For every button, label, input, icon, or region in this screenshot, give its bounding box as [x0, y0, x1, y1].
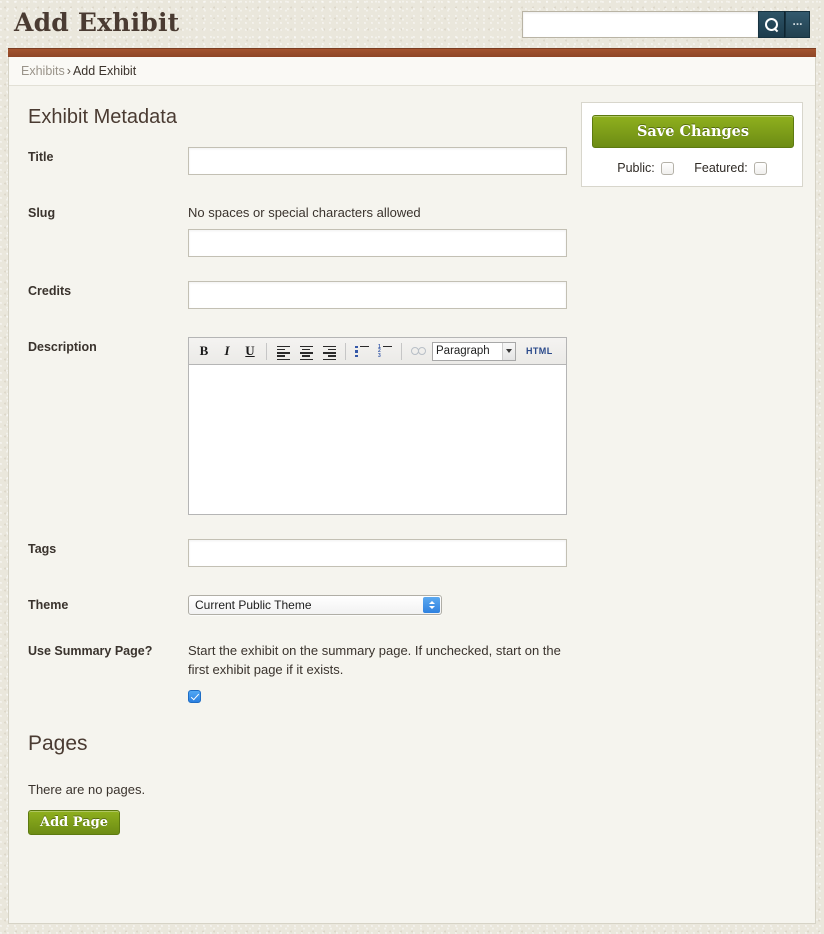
advanced-search-button[interactable]: ... — [785, 11, 810, 38]
field-tags: Tags — [21, 539, 803, 567]
breadcrumb-current: Add Exhibit — [72, 64, 137, 78]
slug-input[interactable] — [188, 229, 567, 257]
field-title: Title — [21, 147, 803, 175]
credits-label: Credits — [28, 284, 72, 298]
underline-button[interactable]: U — [239, 341, 261, 361]
save-changes-button[interactable]: Save Changes — [592, 115, 794, 148]
theme-select[interactable]: Current Public Theme — [188, 595, 442, 615]
bullet-list-button[interactable] — [351, 341, 373, 361]
breadcrumb-link-exhibits[interactable]: Exhibits — [21, 64, 65, 78]
align-left-button[interactable] — [272, 341, 294, 361]
editor-toolbar: B I U 1 2 3 Paragraph HTML — [188, 337, 567, 365]
bold-button[interactable]: B — [193, 341, 215, 361]
select-stepper-icon — [423, 597, 440, 613]
field-use-summary-page: Use Summary Page? Start the exhibit on t… — [21, 641, 803, 704]
description-label: Description — [28, 340, 97, 354]
toolbar-separator — [401, 342, 402, 360]
tags-label: Tags — [28, 542, 57, 556]
title-label: Title — [28, 150, 54, 164]
insert-link-button[interactable] — [407, 341, 429, 361]
align-left-icon — [276, 345, 290, 361]
use-summary-label: Use Summary Page? — [28, 644, 153, 658]
format-select[interactable]: Paragraph — [432, 341, 516, 361]
accent-divider — [8, 48, 816, 57]
theme-label: Theme — [28, 598, 69, 612]
use-summary-checkbox[interactable] — [188, 690, 201, 704]
app-header: Add Exhibit ... — [0, 0, 824, 48]
search-icon — [765, 18, 778, 31]
title-input[interactable] — [188, 147, 567, 175]
tags-input[interactable] — [188, 539, 567, 567]
numbered-list-button[interactable]: 123 — [374, 341, 396, 361]
pages-empty-message: There are no pages. — [28, 782, 146, 797]
slug-label: Slug — [28, 206, 56, 220]
bullet-list-icon — [355, 345, 369, 358]
html-toggle-button[interactable]: HTML — [526, 346, 553, 356]
align-center-icon — [299, 345, 313, 361]
theme-selected-value: Current Public Theme — [195, 598, 312, 612]
page-title: Add Exhibit — [14, 8, 180, 37]
credits-input[interactable] — [188, 281, 567, 309]
use-summary-helper-text: Start the exhibit on the summary page. I… — [188, 643, 561, 677]
form-area: Save Changes Public: Featured: Exhibit M… — [9, 86, 815, 835]
editor-content-area[interactable] — [188, 365, 567, 515]
field-slug: Slug No spaces or special characters all… — [21, 203, 803, 257]
numbered-list-icon: 123 — [378, 344, 392, 358]
link-icon — [410, 346, 426, 356]
search-submit-button[interactable] — [758, 11, 785, 38]
toolbar-separator — [266, 342, 267, 360]
breadcrumb: Exhibits › Add Exhibit — [9, 57, 815, 86]
search-input[interactable] — [522, 11, 758, 38]
align-center-button[interactable] — [295, 341, 317, 361]
field-theme: Theme Current Public Theme — [21, 595, 803, 615]
add-page-button[interactable]: Add Page — [28, 810, 121, 835]
slug-helper-text: No spaces or special characters allowed — [188, 205, 421, 220]
align-right-button[interactable] — [318, 341, 340, 361]
format-select-wrap: Paragraph — [430, 341, 516, 361]
content-panel: Exhibits › Add Exhibit Save Changes Public… — [8, 57, 816, 924]
breadcrumb-separator: › — [66, 64, 71, 78]
align-right-icon — [322, 345, 336, 361]
rich-text-editor: B I U 1 2 3 Paragraph HTML — [188, 337, 567, 515]
pages-title: Pages — [28, 732, 88, 755]
field-description: Description B I U 1 2 3 Paragraph HTML — [21, 337, 803, 515]
field-credits: Credits — [21, 281, 803, 309]
italic-button[interactable]: I — [216, 341, 238, 361]
search-bar: ... — [522, 11, 810, 38]
toolbar-separator — [345, 342, 346, 360]
